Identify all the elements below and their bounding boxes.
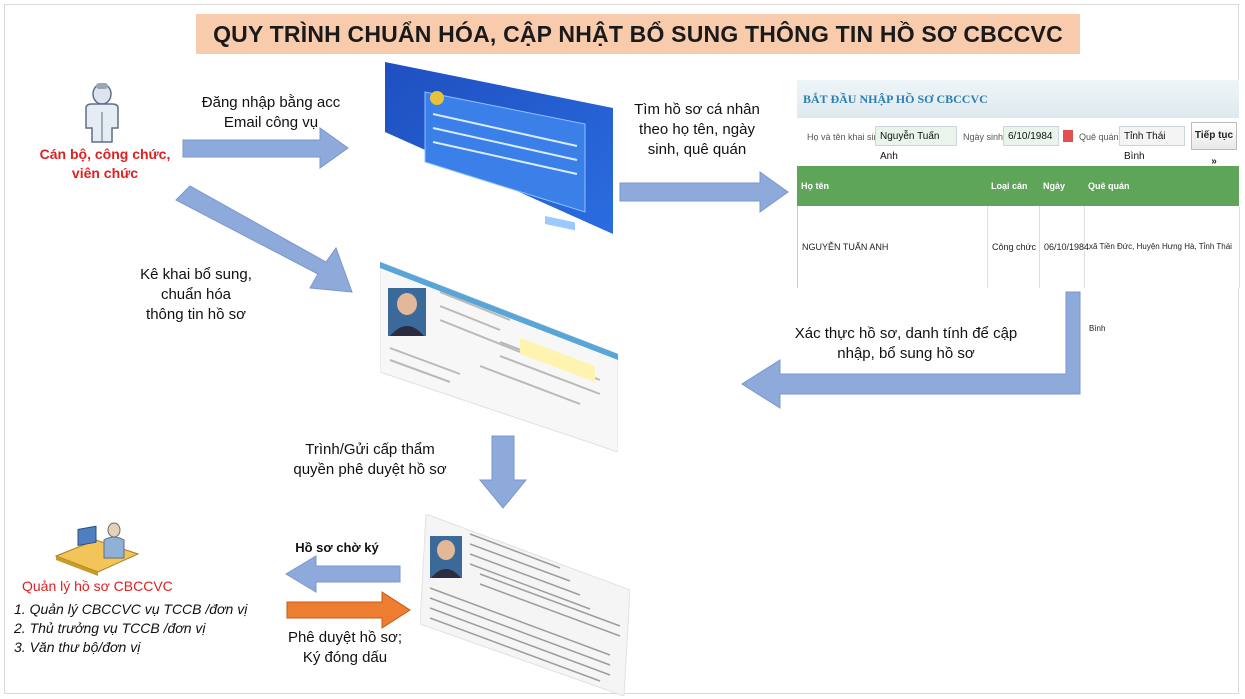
name-input[interactable]: Nguyễn Tuấn Anh — [875, 126, 957, 162]
approve-line2: Ký đóng dấu — [302, 649, 388, 666]
cell-hometown: xã Tiền Đức, Huyện Hưng Hà, Tỉnh Thái Bì… — [1085, 206, 1240, 333]
profile-form-image — [380, 262, 618, 452]
form-search-row: Họ và tên khai sinh (*) Nguyễn Tuấn Anh … — [797, 122, 1239, 167]
pending-label: Hồ sơ chờ ký — [295, 540, 379, 555]
declare-line3: thông tin hồ sơ — [146, 306, 246, 323]
arrow-approve — [286, 591, 411, 629]
continue-button[interactable]: Tiếp tục » — [1191, 122, 1237, 167]
manager-item-2: 2. Thủ trưởng vụ TCCB /đơn vị — [14, 620, 206, 636]
col-type: Loại cán bộ — [991, 181, 1028, 231]
manager-list: 1. Quản lý CBCCVC vụ TCCB /đơn vị 2. Thủ… — [14, 600, 289, 657]
login-line2: Email công vụ — [223, 114, 319, 131]
actor-label-line2: viên chức — [71, 165, 139, 181]
form-header: BẮT ĐẦU NHẬP HỒ SƠ CBCCVC — [797, 80, 1239, 118]
manager-title: Quản lý hồ sơ CBCCVC — [22, 578, 173, 594]
calendar-icon[interactable] — [1063, 130, 1073, 142]
manager-item-3: 3. Văn thư bộ/đơn vị — [14, 639, 141, 655]
submit-step-text: Trình/Gửi cấp thẩm quyền phê duyệt hồ sơ — [270, 440, 470, 480]
arrow-pending — [285, 555, 401, 593]
approve-step-text: Phê duyệt hồ sơ; Ký đóng dấu — [270, 628, 420, 668]
approve-line1: Phê duyệt hồ sơ; — [287, 629, 403, 646]
login-step-text: Đăng nhập bằng acc Email công vụ — [176, 93, 366, 133]
dob-input[interactable]: 6/10/1984 — [1003, 126, 1059, 146]
profile-search-form: BẮT ĐẦU NHẬP HỒ SƠ CBCCVC Họ và tên khai… — [797, 80, 1240, 333]
search-line2: theo họ tên, ngày — [639, 121, 755, 138]
person-icon — [85, 83, 119, 143]
col-dob: Ngày sinh — [1043, 181, 1066, 231]
arrow-login — [182, 127, 349, 169]
table-row[interactable]: NGUYỄN TUẤN ANH Công chức 06/10/1984 xã … — [797, 206, 1240, 333]
login-line1: Đăng nhập bằng acc — [201, 94, 341, 111]
col-hometown: Quê quán — [1088, 181, 1130, 191]
cell-dob: 06/10/1984 — [1040, 206, 1089, 288]
declare-line1: Kê khai bổ sung, — [140, 266, 252, 283]
search-step-text: Tìm hồ sơ cá nhân theo họ tên, ngày sinh… — [622, 100, 772, 160]
search-line1: Tìm hồ sơ cá nhân — [634, 101, 760, 118]
search-line3: sinh, quê quán — [647, 141, 747, 158]
pending-document-image — [420, 514, 630, 696]
hometown-select[interactable]: Tỉnh Thái Bình — [1119, 126, 1185, 162]
declare-step-text: Kê khai bổ sung, chuẩn hóa thông tin hồ … — [106, 265, 286, 325]
verify-line2: nhập, bổ sung hồ sơ — [837, 345, 975, 362]
login-screen-image — [385, 62, 613, 234]
actor-label-line1: Cán bộ, công chức, — [39, 146, 171, 162]
submit-line1: Trình/Gửi cấp thẩm — [305, 441, 435, 458]
verify-line1: Xác thực hồ sơ, danh tính để cập — [794, 325, 1018, 342]
actor-label: Cán bộ, công chức, viên chức — [20, 145, 190, 183]
cell-name: NGUYỄN TUẤN ANH — [798, 206, 988, 288]
cell-type: Công chức — [988, 206, 1040, 288]
office-worker-icon — [54, 522, 140, 576]
arrow-search — [619, 171, 789, 213]
col-name[interactable]: Họ tên — [797, 166, 987, 206]
submit-line2: quyền phê duyệt hồ sơ — [293, 461, 447, 478]
declare-line2: chuẩn hóa — [160, 286, 232, 303]
verify-step-text: Xác thực hồ sơ, danh tính để cập nhập, b… — [766, 324, 1046, 364]
result-table-header: Họ tên Loại cán bộ Ngày sinh Quê quán — [797, 166, 1239, 231]
manager-item-1: 1. Quản lý CBCCVC vụ TCCB /đơn vị — [14, 601, 248, 617]
